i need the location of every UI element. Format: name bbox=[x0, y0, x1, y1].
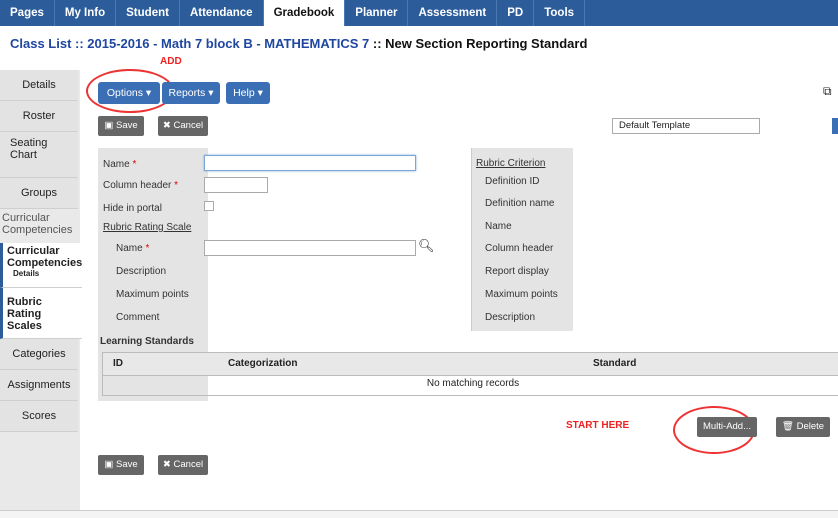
save-icon: ▣ bbox=[104, 120, 114, 131]
tab-assessment[interactable]: Assessment bbox=[408, 0, 498, 26]
definition-id-label: Definition ID bbox=[485, 176, 540, 187]
empty-message: No matching records bbox=[426, 378, 520, 389]
annotation-start-here: START HERE bbox=[566, 420, 630, 431]
sidebar-item-seating-chart[interactable]: Seating Chart bbox=[0, 132, 78, 178]
tab-pages[interactable]: Pages bbox=[0, 0, 55, 26]
sidebar-item-details[interactable]: Details bbox=[0, 70, 78, 101]
sidebar-item-categories[interactable]: Categories bbox=[0, 339, 78, 370]
page-title: Class List :: 2015-2016 - Math 7 block B… bbox=[10, 36, 587, 51]
save-button-top[interactable]: ▣ Save bbox=[98, 116, 144, 136]
cancel-button-bottom[interactable]: ✖ Cancel bbox=[158, 455, 208, 475]
column-standard[interactable]: Standard bbox=[593, 353, 636, 375]
definition-name-label: Definition name bbox=[485, 198, 555, 209]
scale-name-input[interactable] bbox=[204, 240, 416, 256]
scale-name-label: Name * bbox=[116, 243, 150, 254]
report-display-label: Report display bbox=[485, 266, 549, 277]
tab-pd[interactable]: PD bbox=[497, 0, 535, 26]
tab-gradebook[interactable]: Gradebook bbox=[263, 0, 346, 26]
tab-student[interactable]: Student bbox=[116, 0, 180, 26]
help-button[interactable]: Help ▾ bbox=[226, 82, 270, 104]
column-header-input[interactable] bbox=[204, 177, 268, 193]
breadcrumb[interactable]: Class List :: 2015-2016 - Math 7 block B… bbox=[10, 36, 369, 51]
hide-in-portal-checkbox[interactable] bbox=[204, 201, 214, 211]
annotation-add: ADD bbox=[160, 56, 182, 67]
sidebar: Details Roster Seating Chart Groups Curr… bbox=[0, 70, 82, 515]
tab-my-info[interactable]: My Info bbox=[55, 0, 117, 26]
template-select-arrow[interactable] bbox=[832, 118, 838, 134]
hide-in-portal-label: Hide in portal bbox=[103, 203, 162, 214]
search-icon[interactable]: 🔍︎ bbox=[418, 238, 435, 254]
sidebar-section-curricular: Curricular Competencies bbox=[0, 209, 80, 244]
close-icon: ✖ bbox=[162, 459, 171, 470]
rubric-column-header-label: Column header bbox=[485, 243, 554, 254]
tab-planner[interactable]: Planner bbox=[345, 0, 409, 26]
sidebar-item-rubric-rating-scales[interactable]: Rubric Rating Scales bbox=[0, 288, 82, 339]
name-input[interactable] bbox=[204, 155, 416, 171]
table-header: ID Categorization Standard bbox=[103, 353, 838, 376]
learning-standards-heading: Learning Standards bbox=[100, 336, 194, 347]
sidebar-item-roster[interactable]: Roster bbox=[0, 101, 78, 132]
multi-add-button[interactable]: Multi-Add... bbox=[697, 417, 757, 437]
sidebar-item-assignments[interactable]: Assignments bbox=[0, 370, 78, 401]
save-button-bottom[interactable]: ▣ Save bbox=[98, 455, 144, 475]
description-label: Description bbox=[116, 266, 167, 277]
rubric-name-label: Name bbox=[485, 221, 512, 232]
maximum-points-label: Maximum points bbox=[116, 289, 189, 300]
current-page: :: New Section Reporting Standard bbox=[372, 36, 588, 51]
options-button[interactable]: Options ▾ bbox=[98, 82, 160, 104]
rubric-criterion-link[interactable]: Rubric Criterion bbox=[476, 158, 545, 169]
tab-attendance[interactable]: Attendance bbox=[180, 0, 264, 26]
main-content: ADD Options ▾ Reports ▾ Help ▾ ⧉ ▣ Save … bbox=[86, 56, 838, 510]
name-label: Name * bbox=[103, 159, 137, 170]
rubric-rating-scale-link[interactable]: Rubric Rating Scale bbox=[103, 222, 191, 233]
trash-icon: 🗑 bbox=[781, 421, 794, 432]
reports-button[interactable]: Reports ▾ bbox=[162, 82, 220, 104]
rubric-description-label: Description bbox=[485, 312, 536, 323]
column-id[interactable]: ID bbox=[113, 353, 123, 375]
popout-icon[interactable]: ⧉ bbox=[823, 84, 832, 99]
sidebar-item-curricular-competencies[interactable]: Curricular Competencies Details bbox=[0, 243, 82, 288]
cancel-button-top[interactable]: ✖ Cancel bbox=[158, 116, 208, 136]
column-header-label: Column header * bbox=[103, 180, 179, 191]
comment-label: Comment bbox=[116, 312, 160, 323]
top-nav: Pages My Info Student Attendance Gradebo… bbox=[0, 0, 838, 26]
sidebar-item-scores[interactable]: Scores bbox=[0, 401, 78, 432]
template-select[interactable]: Default Template bbox=[612, 118, 760, 134]
sidebar-item-groups[interactable]: Groups bbox=[0, 178, 78, 209]
close-icon: ✖ bbox=[162, 120, 171, 131]
sidebar-subitem-details[interactable]: Details bbox=[7, 269, 82, 278]
rubric-maximum-points-label: Maximum points bbox=[485, 289, 558, 300]
delete-button[interactable]: 🗑 Delete bbox=[776, 417, 830, 437]
tab-tools[interactable]: Tools bbox=[534, 0, 586, 26]
column-categorization[interactable]: Categorization bbox=[228, 353, 297, 375]
learning-standards-table: ID Categorization Standard No matching r… bbox=[102, 352, 838, 396]
save-icon: ▣ bbox=[104, 459, 114, 470]
